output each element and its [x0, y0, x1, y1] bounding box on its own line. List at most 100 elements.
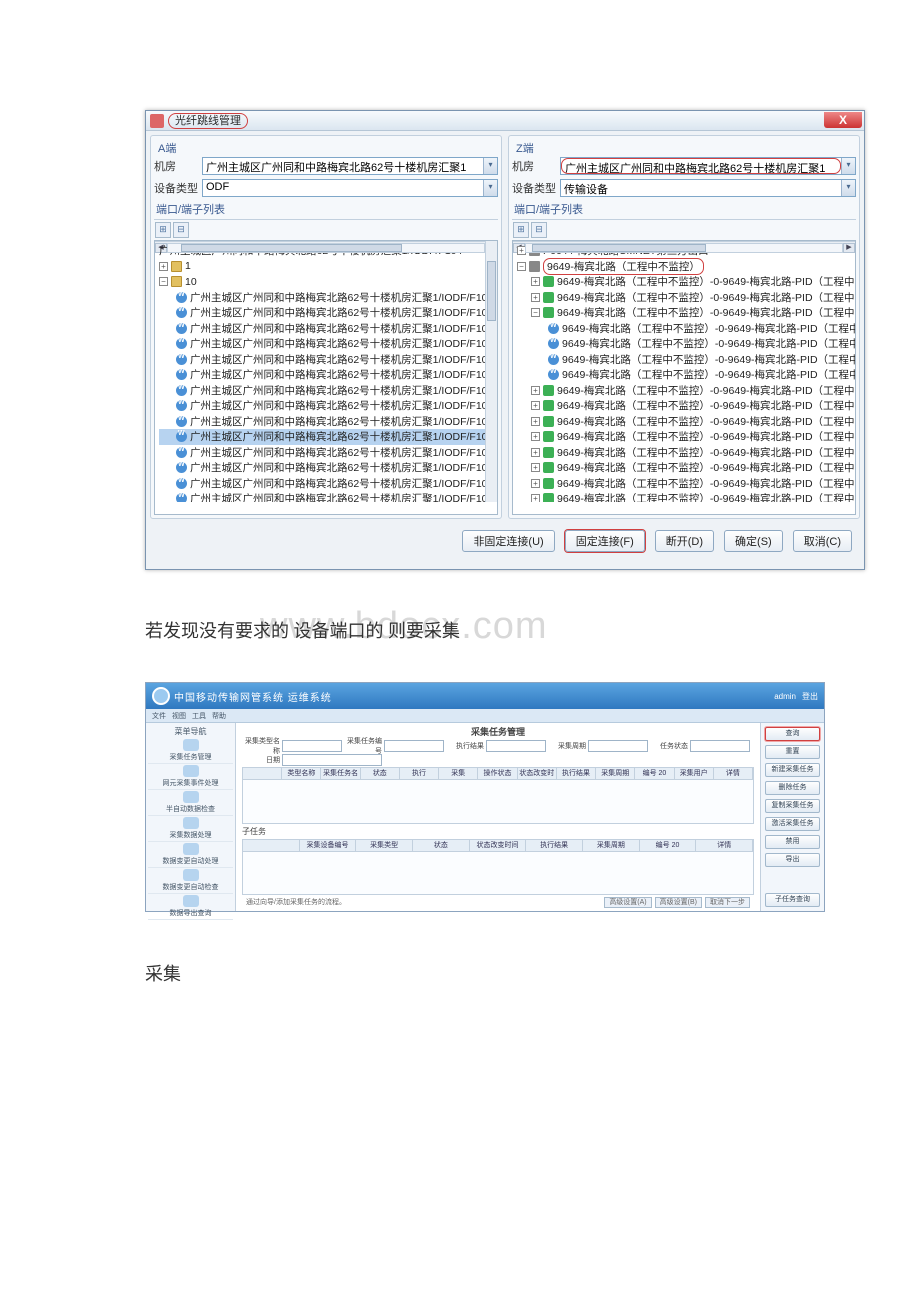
- tree-branch[interactable]: +9649-梅宾北路（工程中不监控）-0-9649-梅宾北路-PID（工程中不监…: [517, 445, 853, 461]
- column-header[interactable]: 详情: [696, 840, 753, 851]
- expand-all-button[interactable]: ⊞: [513, 222, 529, 238]
- tree-leaf[interactable]: 广州主城区广州同和中路梅宾北路62号十楼机房汇聚1/IODF/F104-10-8…: [159, 398, 495, 414]
- menu-item[interactable]: 工具: [192, 711, 206, 721]
- menu-item[interactable]: 帮助: [212, 711, 226, 721]
- expand-all-button[interactable]: ⊞: [155, 222, 171, 238]
- column-header[interactable]: 编号 20: [640, 840, 697, 851]
- tree-branch[interactable]: +9649-梅宾北路（工程中不监控）-0-9649-梅宾北路-PID（工程中不监…: [517, 491, 853, 502]
- scrollbar-horizontal[interactable]: ◀▶: [155, 241, 497, 253]
- collapse-all-button[interactable]: ⊟: [531, 222, 547, 238]
- a-devtype-combo[interactable]: ODF ▾: [202, 179, 498, 197]
- column-header[interactable]: 状态改变时间: [470, 840, 527, 851]
- column-header[interactable]: 执行结果: [526, 840, 583, 851]
- a-room-combo[interactable]: 广州主城区广州同和中路梅宾北路62号十楼机房汇聚1 ▾: [202, 157, 498, 175]
- column-header[interactable]: 编号 20: [635, 768, 674, 779]
- tree-leaf[interactable]: 广州主城区广州同和中路梅宾北路62号十楼机房汇聚1/IODF/F104-10-1…: [159, 476, 495, 492]
- sidebar-item[interactable]: 半自动数据检查: [148, 790, 233, 816]
- scrollbar-horizontal[interactable]: ◀▶: [513, 241, 855, 253]
- tree-root[interactable]: −9649-梅宾北路（工程中不监控）: [517, 259, 853, 275]
- logout-link[interactable]: 登出: [802, 691, 818, 702]
- menu-item[interactable]: 文件: [152, 711, 166, 721]
- filter-input[interactable]: [690, 740, 750, 752]
- collapse-all-button[interactable]: ⊟: [173, 222, 189, 238]
- tree-leaf[interactable]: 广州主城区广州同和中路梅宾北路62号十楼机房汇聚1/IODF/F104-10-6…: [159, 367, 495, 383]
- action-button[interactable]: 删除任务: [765, 781, 820, 795]
- filter-input[interactable]: [486, 740, 546, 752]
- column-header[interactable]: 操作状态: [478, 768, 517, 779]
- action-button[interactable]: 新建采集任务: [765, 763, 820, 777]
- footer-btn-2[interactable]: 高级设置(B): [655, 897, 702, 908]
- tree-leaf[interactable]: 9649-梅宾北路（工程中不监控）-0-9649-梅宾北路-PID（工程中不监控: [517, 321, 853, 337]
- menu-item[interactable]: 视图: [172, 711, 186, 721]
- tree-branch[interactable]: +9649-梅宾北路（工程中不监控）-0-9649-梅宾北路-PID（工程中不监…: [517, 476, 853, 492]
- column-header[interactable]: 类型名称: [282, 768, 321, 779]
- column-header[interactable]: 采集周期: [583, 840, 640, 851]
- column-header[interactable]: 执行: [400, 768, 439, 779]
- date-input[interactable]: [282, 754, 382, 766]
- column-header[interactable]: [243, 840, 300, 851]
- tree-leaf[interactable]: 9649-梅宾北路（工程中不监控）-0-9649-梅宾北路-PID（工程中不监控: [517, 367, 853, 383]
- column-header[interactable]: 状态: [413, 840, 470, 851]
- footer-btn-3[interactable]: 取消下一步: [705, 897, 750, 908]
- tree-branch[interactable]: +9649-梅宾北路（工程中不监控）-0-9649-梅宾北路-PID（工程中不监…: [517, 398, 853, 414]
- tree-leaf[interactable]: 9649-梅宾北路（工程中不监控）-0-9649-梅宾北路-PID（工程中不监控: [517, 352, 853, 368]
- cancel-button[interactable]: 取消(C): [793, 530, 852, 552]
- dropdown-arrow-icon[interactable]: ▾: [483, 180, 497, 196]
- tree-leaf[interactable]: 广州主城区广州同和中路梅宾北路62号十楼机房汇聚1/IODF/F104-10-1…: [159, 290, 495, 306]
- dropdown-arrow-icon[interactable]: ▾: [483, 158, 497, 174]
- action-button[interactable]: 导出: [765, 853, 820, 867]
- tree-leaf[interactable]: 广州主城区广州同和中路梅宾北路62号十楼机房汇聚1/IODF/F104-10-4…: [159, 336, 495, 352]
- dropdown-arrow-icon[interactable]: ▾: [841, 158, 855, 174]
- tree-group[interactable]: +1: [159, 259, 495, 275]
- column-header[interactable]: 详情: [714, 768, 753, 779]
- action-button[interactable]: 激活采集任务: [765, 817, 820, 831]
- titlebar[interactable]: 光纤跳线管理 X: [146, 111, 864, 131]
- disconnect-button[interactable]: 断开(D): [655, 530, 714, 552]
- tree-group[interactable]: −10: [159, 274, 495, 290]
- fixed-connect-button[interactable]: 固定连接(F): [565, 530, 645, 552]
- sidebar-item[interactable]: 数据变更自动检查: [148, 868, 233, 894]
- z-devtype-combo[interactable]: 传输设备 ▾: [560, 179, 856, 197]
- tree-branch[interactable]: +9649-梅宾北路（工程中不监控）-0-9649-梅宾北路-PID（工程中不监…: [517, 429, 853, 445]
- z-room-combo[interactable]: 广州主城区广州同和中路梅宾北路62号十楼机房汇聚1 ▾: [560, 157, 856, 175]
- tree-leaf[interactable]: 广州主城区广州同和中路梅宾北路62号十楼机房汇聚1/IODF/F104-10-1…: [159, 429, 495, 445]
- non-fixed-connect-button[interactable]: 非固定连接(U): [462, 530, 554, 552]
- tree-leaf[interactable]: 广州主城区广州同和中路梅宾北路62号十楼机房汇聚1/IODF/F104-10-1…: [159, 445, 495, 461]
- action-button[interactable]: 查询: [765, 727, 820, 741]
- tree-leaf[interactable]: 广州主城区广州同和中路梅宾北路62号十楼机房汇聚1/IODF/F104-10-7…: [159, 383, 495, 399]
- column-header[interactable]: 执行结果: [557, 768, 596, 779]
- sidebar-item[interactable]: 数据变更自动处理: [148, 842, 233, 868]
- tree-leaf[interactable]: 广州主城区广州同和中路梅宾北路62号十楼机房汇聚1/IODF/F104-10-9…: [159, 414, 495, 430]
- grid2-body[interactable]: [242, 852, 754, 896]
- tree-leaf[interactable]: 广州主城区广州同和中路梅宾北路62号十楼机房汇聚1/IODF/F104-10-3…: [159, 321, 495, 337]
- column-header[interactable]: 采集用户: [675, 768, 714, 779]
- tree-leaf[interactable]: 广州主城区广州同和中路梅宾北路62号十楼机房汇聚1/IODF/F104-10-1…: [159, 491, 495, 502]
- subtask-query-button[interactable]: 子任务查询: [765, 893, 820, 907]
- column-header[interactable]: 采集周期: [596, 768, 635, 779]
- filter-input[interactable]: [588, 740, 648, 752]
- close-button[interactable]: X: [824, 112, 862, 128]
- column-header[interactable]: 状态: [361, 768, 400, 779]
- tree-leaf[interactable]: 广州主城区广州同和中路梅宾北路62号十楼机房汇聚1/IODF/F104-10-2…: [159, 305, 495, 321]
- sidebar-item[interactable]: 采集数据处理: [148, 816, 233, 842]
- tree-branch[interactable]: +9649-梅宾北路（工程中不监控）-0-9649-梅宾北路-PID（工程中不监…: [517, 414, 853, 430]
- grid1-body[interactable]: [242, 780, 754, 824]
- tree-branch[interactable]: +9649-梅宾北路（工程中不监控）-0-9649-梅宾北路-PID（工程中不监…: [517, 274, 853, 290]
- tree-leaf[interactable]: 广州主城区广州同和中路梅宾北路62号十楼机房汇聚1/IODF/F104-10-1…: [159, 460, 495, 476]
- sidebar-item[interactable]: 数据导出查询: [148, 894, 233, 920]
- footer-btn-1[interactable]: 高级设置(A): [604, 897, 651, 908]
- filter-input[interactable]: [282, 740, 342, 752]
- column-header[interactable]: 采集任务名称: [321, 768, 360, 779]
- column-header[interactable]: [243, 768, 282, 779]
- column-header[interactable]: 采集类型: [356, 840, 413, 851]
- ok-button[interactable]: 确定(S): [724, 530, 783, 552]
- action-button[interactable]: 重置: [765, 745, 820, 759]
- column-header[interactable]: 采集: [439, 768, 478, 779]
- dropdown-arrow-icon[interactable]: ▾: [841, 180, 855, 196]
- action-button[interactable]: 复制采集任务: [765, 799, 820, 813]
- filter-input[interactable]: [384, 740, 444, 752]
- action-button[interactable]: 禁用: [765, 835, 820, 849]
- tree-branch[interactable]: +9649-梅宾北路（工程中不监控）-0-9649-梅宾北路-PID（工程中不监…: [517, 460, 853, 476]
- sidebar-item[interactable]: 网元采集事件处理: [148, 764, 233, 790]
- tree-branch[interactable]: −9649-梅宾北路（工程中不监控）-0-9649-梅宾北路-PID（工程中不监…: [517, 305, 853, 321]
